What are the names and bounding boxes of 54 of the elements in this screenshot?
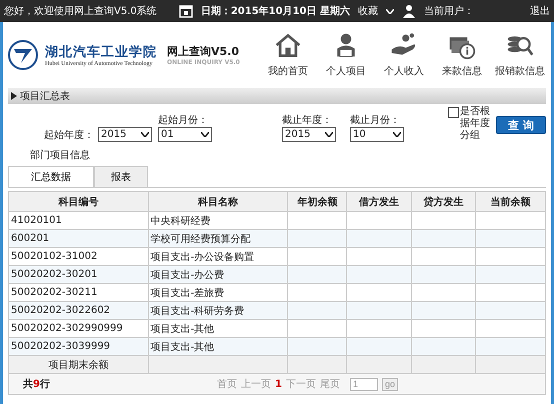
table-cell: 学校可用经费预算分配: [148, 230, 288, 248]
triangle-icon: [11, 92, 17, 100]
column-header: 年初余额: [288, 192, 347, 212]
calendar-icon: [178, 4, 193, 18]
table-cell: 50020202-3039999: [8, 338, 148, 356]
favorites-menu[interactable]: 收藏: [358, 4, 378, 18]
logout-link[interactable]: 退出: [530, 4, 550, 18]
current-page: 1: [275, 378, 282, 390]
filter-label: 截止年度：: [282, 114, 333, 127]
chevron-icon: [386, 8, 394, 14]
panel-title: 项目汇总表: [20, 90, 70, 103]
department-label: 部门项目信息: [30, 150, 90, 161]
house-icon: [274, 32, 302, 60]
nav-item[interactable]: 报销款信息: [493, 32, 547, 78]
current-user-label: 当前用户：: [424, 4, 474, 18]
checkbox-label: 是否根据年度分组: [460, 106, 491, 142]
table-cell: 50020202-30201: [8, 266, 148, 284]
chevron-icon: [141, 132, 149, 137]
chevron-icon: [325, 132, 333, 137]
table-cell: 项目支出-办公费: [148, 266, 288, 284]
filter-label: 起始年度：: [44, 128, 94, 142]
school-name: 湖北汽车工业学院: [45, 44, 157, 60]
nav-item[interactable]: 我的首页: [261, 32, 315, 78]
user-icon: [402, 4, 416, 18]
chevron-icon: [201, 132, 209, 137]
nav-item[interactable]: 个人收入: [377, 32, 431, 78]
column-header: 科目编号: [8, 192, 148, 212]
select-field[interactable]: 01: [158, 127, 212, 142]
tab[interactable]: 汇总数据: [8, 166, 94, 187]
select-field[interactable]: 2015: [282, 127, 336, 142]
table-cell: 50020202-3022602: [8, 302, 148, 320]
column-header: 当前余额: [476, 192, 546, 212]
table-cell: 项目支出-科研劳务费: [148, 302, 288, 320]
column-header: 借方发生: [346, 192, 412, 212]
greeting-text: 您好，欢迎使用网上查询V5.0系统: [4, 4, 157, 18]
logo-icon: [7, 39, 39, 71]
nav-item[interactable]: 来款信息: [435, 32, 489, 78]
table-cell: 项目支出-其他: [148, 338, 288, 356]
tab[interactable]: 报表: [94, 166, 148, 187]
checkbox[interactable]: [448, 107, 459, 118]
query-button[interactable]: 查 询: [496, 116, 546, 134]
filter-label: 起始月份：: [158, 114, 209, 127]
chevron-icon: [393, 132, 401, 137]
select-field[interactable]: 10: [350, 127, 404, 142]
table-cell: 600201: [8, 230, 148, 248]
table-cell: 项目期末余额: [8, 356, 148, 374]
date-text: 日期：2015年10月10日 星期六: [200, 4, 350, 18]
filter-label: 截止月份：: [350, 114, 401, 127]
column-header: 科目名称: [148, 192, 288, 212]
column-header: 贷方发生: [411, 192, 476, 212]
nav-item[interactable]: 个人项目: [319, 32, 373, 78]
system-title: 网上查询V5.0: [167, 44, 240, 59]
row-count: 共9行: [23, 378, 51, 391]
select-field[interactable]: 2015: [98, 127, 152, 142]
